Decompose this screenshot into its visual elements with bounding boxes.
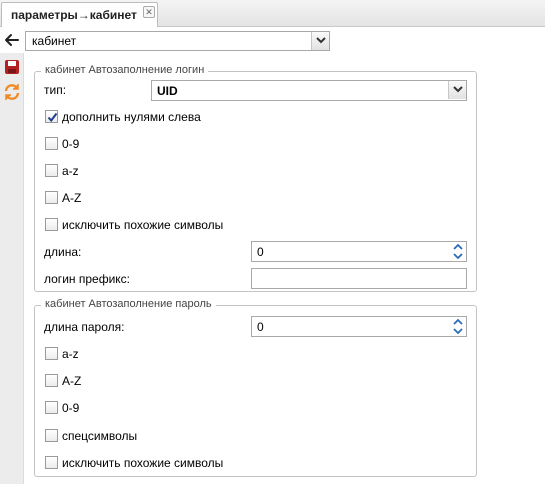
login-digits-checkbox[interactable]: [45, 137, 58, 150]
login-length-label: длина:: [44, 245, 82, 259]
refresh-icon[interactable]: [3, 83, 21, 101]
login-lowercase-checkbox[interactable]: [45, 164, 58, 177]
pad-zeros-label: дополнить нулями слева: [62, 110, 201, 124]
type-select-dropdown-button[interactable]: [448, 81, 466, 99]
login-uppercase-checkbox[interactable]: [45, 191, 58, 204]
password-length-input[interactable]: 0: [251, 316, 467, 337]
cabinet-select-value: кабинет: [32, 34, 77, 48]
password-digits-label: 0-9: [62, 401, 80, 415]
password-exclude-similar-checkbox[interactable]: [45, 456, 58, 469]
type-select-value: UID: [157, 84, 178, 98]
password-length-label: длина пароля:: [44, 320, 125, 334]
back-arrow-icon[interactable]: [3, 31, 21, 49]
login-length-spinner[interactable]: [450, 242, 466, 261]
password-uppercase-label: A-Z: [62, 374, 82, 388]
save-icon[interactable]: [4, 59, 20, 75]
cabinet-select-dropdown-button[interactable]: [311, 32, 329, 50]
password-lowercase-checkbox[interactable]: [45, 347, 58, 360]
spin-up-icon[interactable]: [453, 243, 463, 250]
password-digits-checkbox[interactable]: [45, 401, 58, 414]
spin-up-icon[interactable]: [453, 318, 463, 325]
type-label: тип:: [44, 83, 67, 97]
spin-down-icon[interactable]: [453, 328, 463, 335]
chevron-down-icon: [316, 37, 326, 44]
password-lowercase-label: a-z: [62, 347, 79, 361]
password-length-spinner[interactable]: [450, 317, 466, 336]
chevron-down-icon: [453, 86, 463, 93]
login-prefix-input[interactable]: [251, 268, 467, 289]
login-autofill-legend: кабинет Автозаполнение логин: [41, 64, 209, 76]
login-uppercase-label: A-Z: [62, 191, 82, 205]
login-exclude-similar-checkbox[interactable]: [45, 218, 58, 231]
pad-zeros-checkbox[interactable]: [45, 110, 58, 123]
login-length-input[interactable]: 0: [251, 241, 467, 262]
login-exclude-similar-label: исключить похожие символы: [62, 218, 224, 232]
tab-label: параметры→кабинет: [11, 8, 137, 22]
tab-close-icon[interactable]: ✕: [143, 6, 155, 18]
login-length-value: 0: [257, 245, 264, 259]
checkmark-icon: [47, 112, 58, 123]
spin-down-icon[interactable]: [453, 253, 463, 260]
login-digits-label: 0-9: [62, 137, 80, 151]
password-uppercase-checkbox[interactable]: [45, 374, 58, 387]
password-special-checkbox[interactable]: [45, 429, 58, 442]
cabinet-select[interactable]: кабинет: [25, 31, 330, 51]
password-exclude-similar-label: исключить похожие символы: [62, 456, 224, 470]
password-autofill-legend: кабинет Автозаполнение пароль: [41, 298, 216, 310]
password-special-label: спецсимволы: [62, 429, 138, 443]
login-lowercase-label: a-z: [62, 164, 79, 178]
login-prefix-label: логин префикс:: [44, 272, 130, 286]
tab-parameters-cabinet[interactable]: параметры→кабинет ✕: [1, 2, 158, 27]
tab-bar: параметры→кабинет ✕: [0, 0, 545, 27]
tool-strip: [0, 53, 24, 484]
password-length-value: 0: [257, 320, 264, 334]
type-select[interactable]: UID: [151, 80, 467, 101]
